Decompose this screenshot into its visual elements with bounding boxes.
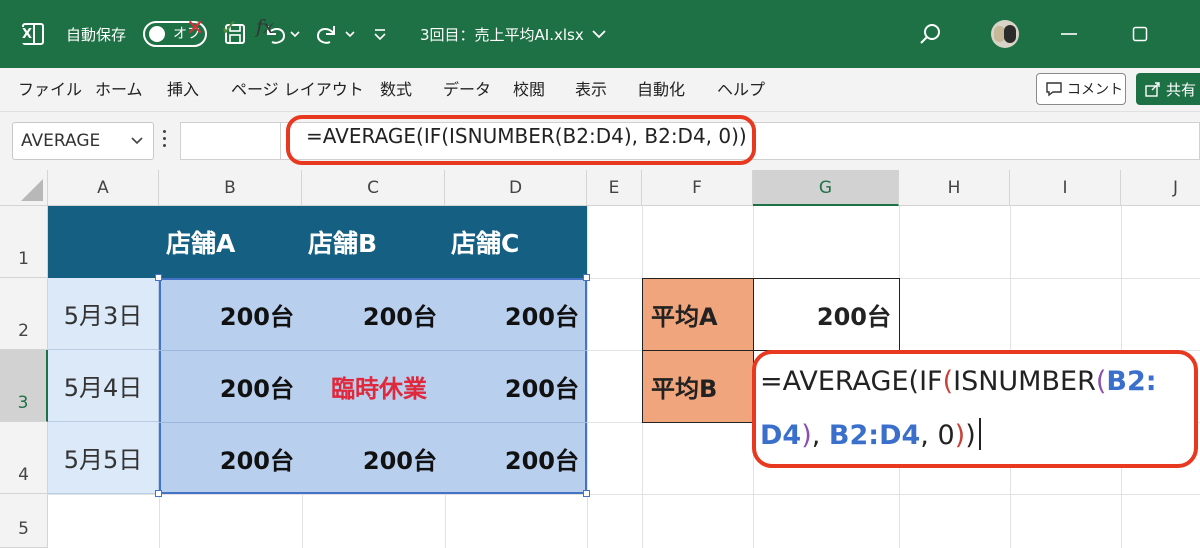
share-label: 共有 [1166, 80, 1197, 99]
row-header-5[interactable]: 5 [0, 494, 48, 548]
formula-reference: D4 [760, 420, 802, 451]
maximize-icon[interactable] [1132, 0, 1148, 68]
text-caret [978, 418, 981, 450]
column-header-a[interactable]: A [48, 170, 159, 206]
column-header-g[interactable]: G [753, 170, 899, 206]
date-cell[interactable]: 5月4日 [48, 350, 159, 422]
chevron-down-icon [131, 137, 143, 145]
row-header-1[interactable]: 1 [0, 206, 48, 278]
formula-reference: B2: [1106, 366, 1157, 397]
name-box-value: AVERAGE [21, 131, 101, 151]
cancel-icon[interactable]: ✕ [186, 14, 204, 44]
row-header-label: 2 [18, 321, 29, 341]
more-options-icon[interactable] [163, 130, 167, 152]
menu-file[interactable]: ファイル [18, 68, 82, 112]
header-cell-store-b[interactable]: 店舗B [308, 206, 377, 278]
header-cell-store-a[interactable]: 店舗A [166, 206, 235, 278]
row-header-label: 3 [17, 393, 29, 413]
menu-review[interactable]: 校閲 [513, 68, 545, 112]
column-header-f[interactable]: F [642, 170, 753, 206]
menu-home[interactable]: ホーム [95, 68, 143, 112]
menu-page-layout[interactable]: ページ レイアウト [231, 68, 364, 112]
menu-view[interactable]: 表示 [575, 68, 607, 112]
select-all-button[interactable] [0, 170, 48, 206]
comment-button[interactable]: コメント [1036, 73, 1126, 105]
date-cell[interactable]: 5月3日 [48, 278, 159, 350]
toggle-knob [149, 26, 165, 42]
formula-part: ) [801, 420, 812, 451]
table-cell[interactable]: 200台 [159, 350, 302, 422]
excel-logo-icon[interactable]: X [20, 0, 48, 68]
column-header-j[interactable]: J [1121, 170, 1200, 206]
customize-qat-icon[interactable] [372, 0, 388, 68]
average-a-value[interactable]: 200台 [753, 278, 900, 351]
formula-part: ( [1095, 366, 1107, 397]
formula-part: ) [954, 420, 966, 451]
formula-buttons [180, 122, 280, 160]
column-header-d[interactable]: D [445, 170, 587, 206]
column-header-i[interactable]: I [1010, 170, 1121, 206]
table-cell[interactable]: 200台 [445, 422, 587, 494]
formula-part: ) [965, 420, 976, 451]
formula-part: , [811, 420, 829, 451]
table-cell[interactable]: 200台 [159, 278, 302, 350]
formula-part: , 0 [920, 420, 955, 451]
formula-part: =AVERAGE(IF [760, 366, 943, 397]
chevron-down-icon [592, 30, 606, 39]
column-header-c[interactable]: C [302, 170, 445, 206]
title-bar: X 自動保存 オフ 3回目：売上平均AI.xlsx [0, 0, 1200, 68]
date-cell[interactable]: 5月5日 [48, 422, 159, 494]
row-header-3[interactable]: 3 [0, 350, 48, 422]
row-header-label: 5 [18, 519, 29, 539]
menu-data[interactable]: データ [443, 68, 491, 112]
editing-formula-line-1: =AVERAGE(IF(ISNUMBER(B2: [760, 366, 1157, 397]
share-icon [1145, 82, 1160, 97]
insert-function-icon[interactable]: fx [256, 16, 274, 38]
comment-label: コメント [1067, 82, 1123, 98]
row-header-label: 4 [18, 465, 29, 485]
column-header-e[interactable]: E [587, 170, 642, 206]
avatar[interactable] [991, 20, 1019, 48]
editing-formula-line-2: D4), B2:D4, 0)) [760, 418, 981, 451]
average-a-label[interactable]: 平均A [642, 278, 754, 351]
menu-automate[interactable]: 自動化 [637, 68, 685, 112]
comment-icon [1046, 82, 1062, 97]
column-header-b[interactable]: B [159, 170, 302, 206]
table-cell[interactable]: 200台 [302, 278, 445, 350]
menu-formulas[interactable]: 数式 [380, 68, 412, 112]
formula-part: ( [942, 366, 954, 397]
row-header-2[interactable]: 2 [0, 278, 48, 350]
search-icon[interactable] [918, 0, 942, 68]
table-cell[interactable]: 200台 [159, 422, 302, 494]
column-header-h[interactable]: H [899, 170, 1010, 206]
table-cell[interactable]: 200台 [445, 350, 587, 422]
formula-part: ISNUMBER [953, 366, 1096, 397]
enter-icon[interactable]: ✓ [220, 14, 238, 44]
formula-reference: B2:D4 [828, 420, 921, 451]
minimize-icon[interactable] [1060, 0, 1078, 68]
row-header-label: 1 [18, 249, 29, 269]
row-header-4[interactable]: 4 [0, 422, 48, 494]
table-cell[interactable]: 200台 [445, 278, 587, 350]
menu-insert[interactable]: 挿入 [167, 68, 199, 112]
formula-highlight-annotation [286, 115, 756, 165]
table-cell[interactable]: 200台 [302, 422, 445, 494]
document-title-text: 3回目：売上平均AI.xlsx [420, 25, 584, 44]
name-box[interactable]: AVERAGE [12, 122, 154, 160]
avatar-cat-dark [1004, 25, 1016, 43]
redo-icon[interactable] [314, 0, 358, 68]
table-cell-closed[interactable]: 臨時休業 [302, 350, 445, 422]
average-b-label[interactable]: 平均B [642, 350, 754, 423]
document-title[interactable]: 3回目：売上平均AI.xlsx [420, 0, 608, 68]
header-cell-store-c[interactable]: 店舗C [451, 206, 519, 278]
share-button[interactable]: 共有 [1136, 73, 1200, 105]
menu-help[interactable]: ヘルプ [717, 68, 765, 112]
autosave-label: 自動保存 [66, 25, 127, 44]
